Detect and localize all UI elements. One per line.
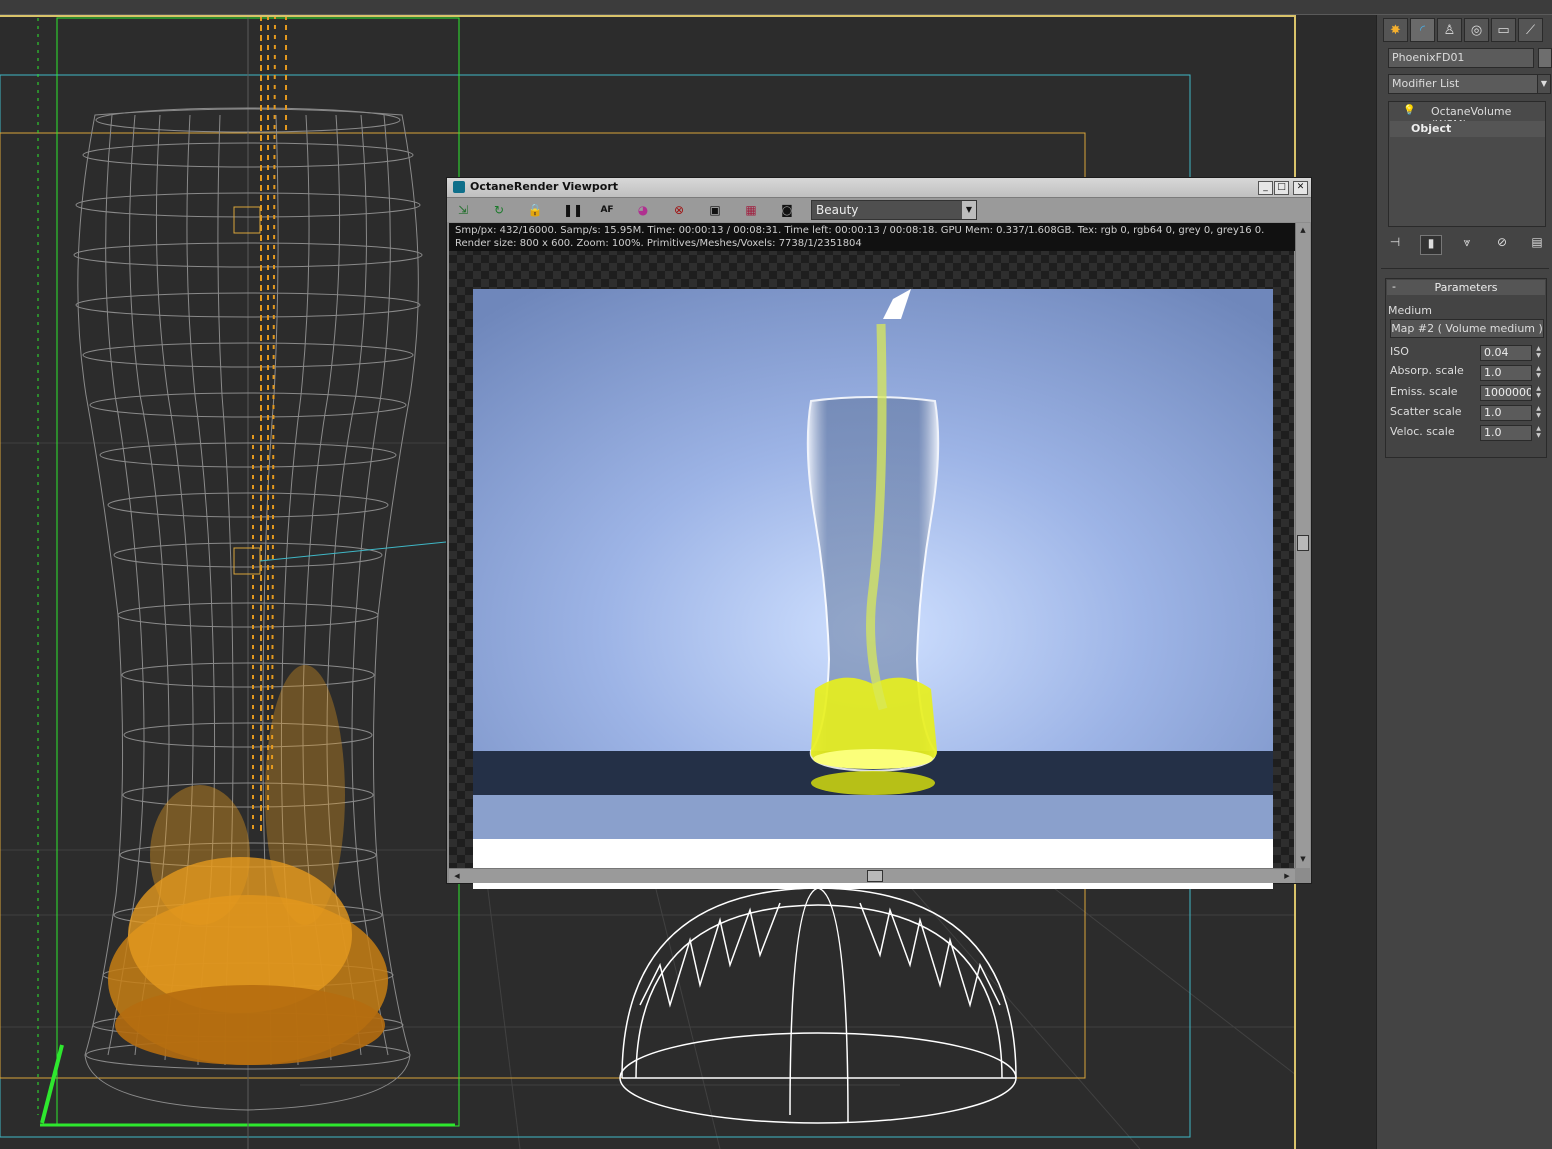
veloc-scale-spinner-field[interactable]: 1.0 — [1480, 425, 1532, 441]
absorp-scale-spinner-field[interactable]: 1.0 — [1480, 365, 1532, 381]
octane-window-titlebar[interactable]: OctaneRender Viewport _ □ ✕ — [447, 178, 1311, 198]
spinner-arrows-icon[interactable]: ▲ ▼ — [1534, 385, 1543, 401]
octane-toolbar: ⇲ ↻ 🔒 ❚❚ AF ◕ ⊗ ▣ ▦ ◙ Beauty ▼ — [447, 198, 1311, 222]
hierarchy-tab-icon[interactable]: ♙ — [1437, 18, 1462, 42]
spinner-arrows-icon[interactable]: ▲ ▼ — [1534, 345, 1543, 361]
configure-modifier-sets-icon[interactable]: ▤ — [1527, 235, 1547, 255]
modifier-stack[interactable]: 💡 OctaneVolume (WSM) Object — [1388, 101, 1546, 227]
render-stats-line1: Smp/px: 432/16000. Samp/s: 15.95M. Time:… — [455, 225, 1265, 236]
param-label: ISO — [1390, 345, 1409, 358]
parameters-rollout-header[interactable]: Parameters - — [1387, 280, 1545, 295]
render-canvas-area[interactable] — [449, 223, 1294, 889]
top-toolbar-strip — [0, 0, 1552, 15]
parameters-rollout: Parameters - Medium Map #2 ( Volume medi… — [1385, 278, 1547, 458]
lightbulb-icon[interactable]: 💡 — [1403, 105, 1415, 116]
subobject-label: Object — [1411, 122, 1452, 135]
close-icon[interactable]: ✕ — [1293, 181, 1308, 195]
chevron-down-icon: ▼ — [1537, 75, 1550, 93]
render-stats-line2: Render size: 800 x 600. Zoom: 100%. Prim… — [455, 238, 862, 249]
region-render-icon[interactable]: ⊗ — [671, 202, 687, 218]
octane-window-title: OctaneRender Viewport — [470, 180, 619, 193]
save-image-icon[interactable]: ▦ — [743, 202, 759, 218]
octane-logo-icon — [453, 181, 465, 193]
render-pass-value: Beauty — [816, 203, 859, 217]
emiss-scale-spinner-field[interactable]: 10000000. — [1480, 385, 1532, 401]
collapse-icon: - — [1392, 280, 1396, 293]
rollout-title: Parameters — [1434, 281, 1498, 294]
utilities-tab-icon[interactable]: ⟋ — [1518, 18, 1543, 42]
iso-spinner-field[interactable]: 0.04 — [1480, 345, 1532, 361]
display-settings-icon[interactable]: ▣ — [707, 202, 723, 218]
param-label: Absorp. scale — [1390, 364, 1464, 377]
object-color-swatch[interactable] — [1538, 48, 1552, 68]
modifier-list-dropdown[interactable]: Modifier List ▼ — [1388, 74, 1551, 94]
render-statistics-bar: Smp/px: 432/16000. Samp/s: 15.95M. Time:… — [449, 223, 1299, 251]
render-image — [473, 289, 1273, 889]
scroll-right-icon[interactable]: ▶ — [1281, 870, 1293, 882]
horizontal-scroll-thumb[interactable] — [867, 870, 883, 882]
octane-viewport-window[interactable]: OctaneRender Viewport _ □ ✕ ⇲ ↻ 🔒 ❚❚ AF … — [446, 177, 1312, 889]
modifier-stack-item[interactable]: 💡 OctaneVolume (WSM) — [1389, 104, 1545, 131]
scroll-down-icon[interactable]: ▼ — [1297, 853, 1309, 865]
command-panel: ✸ ◜ ♙ ◎ ▭ ⟋ PhoenixFD01 Modifier List ▼ … — [1376, 15, 1552, 1149]
display-tab-icon[interactable]: ▭ — [1491, 18, 1516, 42]
restart-render-icon[interactable]: ↻ — [491, 202, 507, 218]
horizontal-scrollbar[interactable]: ◀ ▶ — [449, 868, 1295, 883]
pin-stack-icon[interactable]: ⊣ — [1385, 235, 1405, 255]
render-pass-select[interactable]: Beauty ▼ — [811, 200, 977, 220]
make-unique-icon[interactable]: ⩔ — [1457, 235, 1477, 255]
modifier-list-label: Modifier List — [1392, 77, 1460, 90]
object-name-field[interactable]: PhoenixFD01 — [1388, 48, 1534, 68]
medium-map-button[interactable]: Map #2 ( Volume medium ) — [1390, 319, 1544, 338]
motion-tab-icon[interactable]: ◎ — [1464, 18, 1489, 42]
medium-label: Medium — [1388, 304, 1432, 317]
pause-icon[interactable]: ❚❚ — [563, 202, 583, 218]
chevron-down-icon: ▼ — [962, 201, 976, 219]
spinner-arrows-icon[interactable]: ▲ ▼ — [1534, 425, 1543, 441]
spinner-arrows-icon[interactable]: ▲ ▼ — [1534, 405, 1543, 421]
scroll-left-icon[interactable]: ◀ — [451, 870, 463, 882]
axis-gizmo — [40, 1044, 64, 1124]
param-label: Scatter scale — [1390, 405, 1462, 418]
stack-toolbar: ⊣ ▮ ⩔ ⊘ ▤ — [1385, 235, 1547, 255]
vertical-scroll-thumb[interactable] — [1297, 535, 1309, 551]
show-end-result-icon[interactable]: ▮ — [1420, 235, 1442, 255]
vertical-scrollbar[interactable]: ▲ ▼ — [1295, 223, 1310, 868]
create-tab-icon[interactable]: ✸ — [1383, 18, 1408, 42]
command-panel-tabs: ✸ ◜ ♙ ◎ ▭ ⟋ — [1383, 18, 1543, 42]
minimize-icon[interactable]: _ — [1258, 181, 1273, 195]
spinner-arrows-icon[interactable]: ▲ ▼ — [1534, 365, 1543, 381]
modify-tab-icon[interactable]: ◜ — [1410, 18, 1435, 42]
send-scene-icon[interactable]: ⇲ — [455, 202, 471, 218]
scroll-up-icon[interactable]: ▲ — [1297, 224, 1309, 236]
param-label: Emiss. scale — [1390, 385, 1458, 398]
remove-modifier-icon[interactable]: ⊘ — [1492, 235, 1512, 255]
param-label: Veloc. scale — [1390, 425, 1455, 438]
maximize-icon[interactable]: □ — [1274, 181, 1289, 195]
autofocus-icon[interactable]: AF — [599, 202, 615, 218]
lock-icon[interactable]: 🔒 — [527, 202, 543, 218]
color-picker-icon[interactable]: ◕ — [635, 202, 651, 218]
modifier-subobject-item[interactable]: Object — [1390, 121, 1545, 137]
scatter-scale-spinner-field[interactable]: 1.0 — [1480, 405, 1532, 421]
dome-light-gizmo — [619, 887, 1017, 1124]
camera-icon[interactable]: ◙ — [779, 202, 795, 218]
